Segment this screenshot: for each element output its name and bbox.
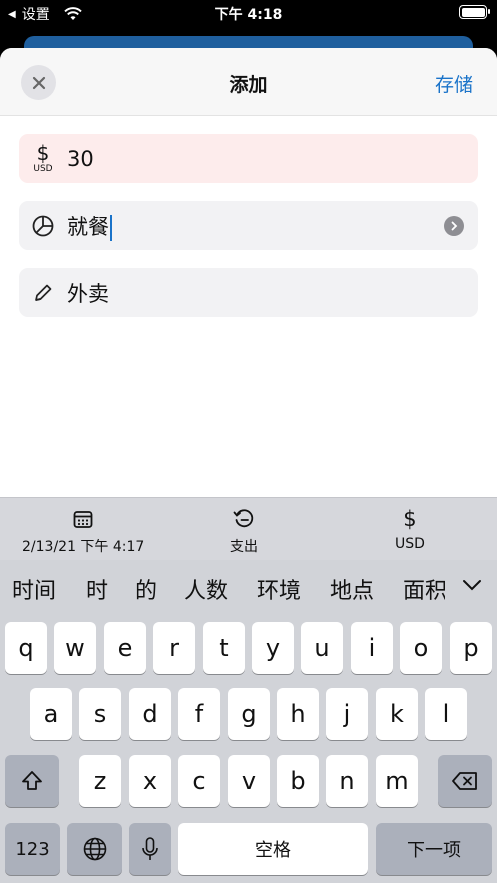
key-b[interactable]: b: [277, 755, 319, 807]
chevron-right-icon: [451, 221, 458, 230]
nav-bar: 添加 存储: [0, 48, 497, 116]
dollar-icon: $: [403, 507, 417, 531]
expense-clock-icon: [233, 509, 254, 528]
text-cursor: [110, 214, 112, 241]
transaction-type-button[interactable]: 支出: [230, 508, 258, 556]
key-f[interactable]: f: [178, 688, 220, 740]
candidate-bar: 时间 时 的 人数 环境 地点 面积: [0, 560, 497, 612]
key-e[interactable]: e: [104, 622, 146, 674]
suggestion-item[interactable]: 的: [135, 573, 157, 605]
backspace-icon: [452, 772, 477, 790]
key-k[interactable]: k: [376, 688, 418, 740]
category-disclosure-button[interactable]: [444, 215, 464, 236]
type-label: 支出: [230, 539, 258, 555]
shift-icon: [22, 771, 42, 790]
key-a[interactable]: a: [30, 688, 72, 740]
currency-button[interactable]: $ USD: [395, 508, 425, 552]
pencil-icon: [35, 284, 52, 301]
key-x[interactable]: x: [129, 755, 171, 807]
note-field[interactable]: 外卖: [19, 268, 478, 317]
suggestion-item[interactable]: 人数: [184, 573, 228, 605]
numbers-key[interactable]: 123: [5, 823, 60, 875]
close-button[interactable]: [21, 65, 56, 100]
page-title: 添加: [229, 74, 268, 96]
key-v[interactable]: v: [228, 755, 270, 807]
keyboard-area: 2/13/21 下午 4:17 支出 $ USD 时间 时 的 人数 环境 地点…: [0, 497, 497, 883]
note-value: 外卖: [67, 281, 109, 306]
suggestion-item[interactable]: 时: [86, 573, 108, 605]
key-p[interactable]: p: [450, 622, 492, 674]
key-s[interactable]: s: [79, 688, 121, 740]
key-n[interactable]: n: [326, 755, 368, 807]
suggestion-item[interactable]: 地点: [330, 573, 374, 605]
key-q[interactable]: q: [5, 622, 47, 674]
key-m[interactable]: m: [376, 755, 418, 807]
key-g[interactable]: g: [228, 688, 270, 740]
battery-icon: [459, 5, 490, 19]
dollar-icon: $: [36, 141, 50, 165]
globe-key[interactable]: [67, 823, 122, 875]
key-d[interactable]: d: [129, 688, 171, 740]
amount-value: 30: [67, 146, 94, 171]
key-r[interactable]: r: [153, 622, 195, 674]
save-button[interactable]: 存储: [435, 70, 473, 97]
key-u[interactable]: u: [301, 622, 343, 674]
microphone-icon: [142, 837, 158, 860]
dictation-key[interactable]: [129, 823, 171, 875]
currency-label: USD: [395, 536, 425, 552]
key-o[interactable]: o: [400, 622, 442, 674]
status-bar: ◀ 设置 下午 4:18: [0, 0, 497, 26]
delete-key[interactable]: [438, 755, 492, 807]
date-button[interactable]: 2/13/21 下午 4:17: [22, 508, 144, 556]
key-w[interactable]: w: [54, 622, 96, 674]
key-z[interactable]: z: [79, 755, 121, 807]
currency-indicator: $ USD: [19, 143, 67, 174]
key-l[interactable]: l: [425, 688, 467, 740]
currency-code: USD: [33, 164, 53, 174]
globe-icon: [83, 837, 106, 861]
key-i[interactable]: i: [351, 622, 393, 674]
key-h[interactable]: h: [277, 688, 319, 740]
date-label: 2/13/21 下午 4:17: [22, 539, 145, 555]
suggestion-item[interactable]: 面积: [403, 573, 445, 605]
category-value: 就餐: [67, 211, 112, 241]
key-c[interactable]: c: [178, 755, 220, 807]
shift-key[interactable]: [5, 755, 59, 807]
key-j[interactable]: j: [326, 688, 368, 740]
key-t[interactable]: t: [203, 622, 245, 674]
chevron-down-icon[interactable]: [461, 576, 483, 594]
suggestion-item[interactable]: 时间: [12, 573, 56, 605]
category-field[interactable]: 就餐: [19, 201, 478, 250]
next-key[interactable]: 下一项: [376, 823, 492, 875]
pie-chart-icon: [32, 215, 54, 236]
space-key[interactable]: 空格: [178, 823, 368, 875]
close-icon: [32, 76, 45, 89]
status-time: 下午 4:18: [214, 7, 283, 23]
amount-field[interactable]: $ USD 30: [19, 134, 478, 183]
suggestion-item[interactable]: 环境: [257, 573, 301, 605]
calendar-icon: [73, 511, 93, 528]
input-accessory-toolbar: 2/13/21 下午 4:17 支出 $ USD: [0, 497, 497, 560]
key-y[interactable]: y: [252, 622, 294, 674]
